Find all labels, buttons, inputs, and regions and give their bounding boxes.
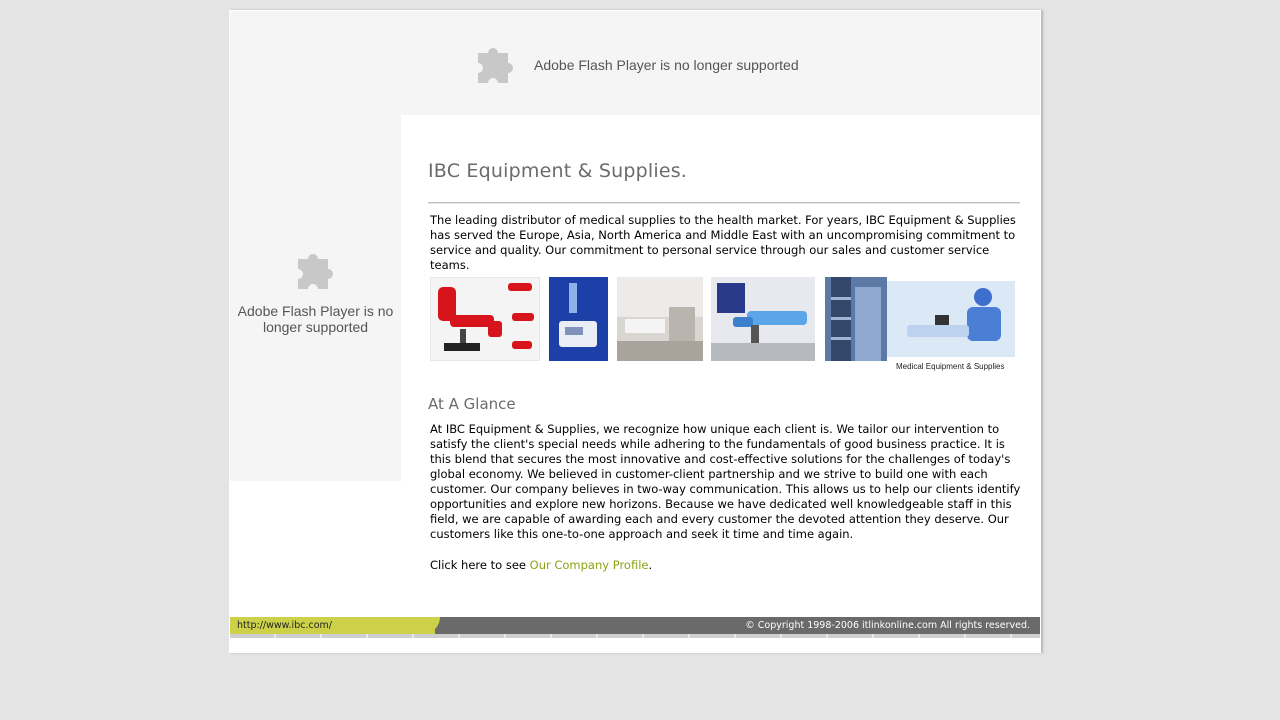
glance-paragraph: At IBC Equipment & Supplies, we recogniz… — [430, 422, 1021, 541]
flash-placeholder-top: Adobe Flash Player is no longer supporte… — [474, 43, 799, 87]
surgeon-image — [887, 281, 1015, 357]
company-profile-cta: Click here to see Our Company Profile. — [430, 558, 652, 572]
side-panel: Adobe Flash Player is no longer supporte… — [230, 115, 401, 481]
flash-unsupported-message: Adobe Flash Player is no longer supporte… — [534, 57, 799, 73]
main-content: IBC Equipment & Supplies. The leading di… — [428, 160, 1020, 572]
building-image — [825, 277, 887, 361]
flash-placeholder-side: Adobe Flash Player is no longer supporte… — [230, 249, 401, 335]
footer-copyright: © Copyright 1998-2006 itlinkonline.com A… — [745, 620, 1030, 631]
cta-prefix: Click here to see — [430, 558, 530, 572]
puzzle-piece-icon — [478, 48, 513, 83]
treatment-bed-image — [711, 277, 815, 361]
title-divider — [428, 202, 1020, 204]
intro-paragraph: The leading distributor of medical suppl… — [430, 213, 1016, 272]
top-banner: Adobe Flash Player is no longer supporte… — [230, 11, 1040, 115]
company-profile-link[interactable]: Our Company Profile — [530, 558, 649, 572]
cta-suffix: . — [648, 558, 653, 572]
page-container: Adobe Flash Player is no longer supporte… — [229, 10, 1041, 653]
examination-room-image — [617, 277, 703, 361]
medical-device-image — [549, 277, 608, 361]
gallery-caption: Medical Equipment & Supplies — [896, 362, 1005, 371]
page-title: IBC Equipment & Supplies. — [428, 160, 688, 182]
footer-url: http://www.ibc.com/ — [230, 617, 435, 634]
flash-unsupported-message: Adobe Flash Player is no longer supporte… — [237, 303, 394, 335]
puzzle-piece-icon — [297, 254, 333, 289]
footer-bar: http://www.ibc.com/ © Copyright 1998-200… — [230, 617, 1040, 634]
section-title: At A Glance — [428, 395, 516, 413]
footer-strip — [230, 634, 1040, 638]
product-gallery: Medical Equipment & Supplies — [430, 277, 1022, 377]
medical-chair-image — [430, 277, 540, 361]
